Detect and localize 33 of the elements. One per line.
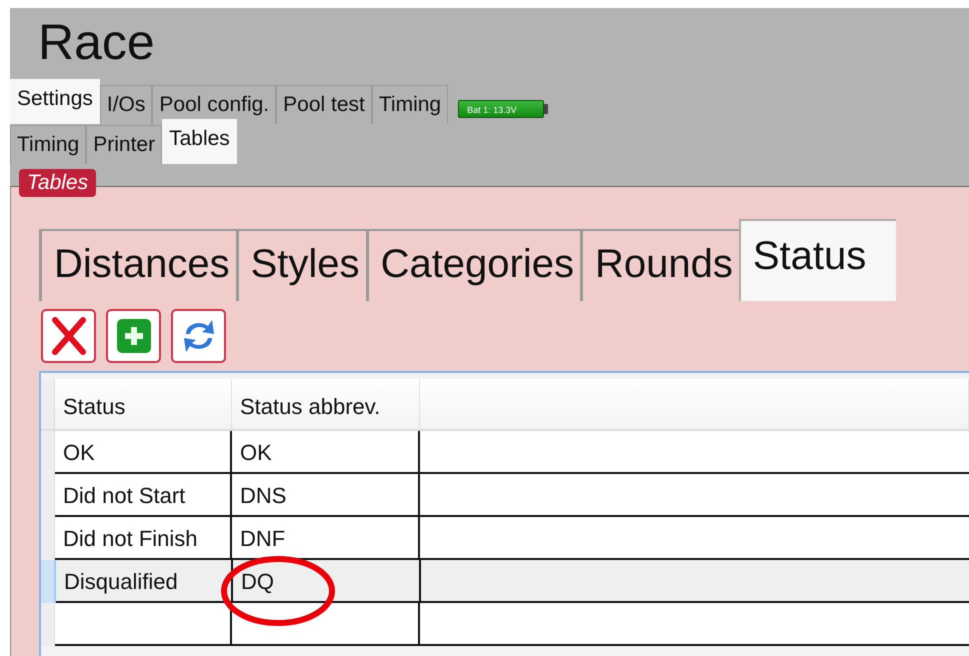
table-cell: DNF	[232, 517, 420, 560]
table-cell: Did not Finish	[55, 517, 232, 560]
table-cell: Did not Start	[55, 474, 232, 517]
table-cell: OK	[232, 431, 420, 474]
refresh-button[interactable]	[171, 309, 226, 363]
tab[interactable]: Pool config.	[152, 85, 276, 124]
table-cell: DNS	[232, 474, 420, 517]
tab[interactable]: Settings	[10, 79, 100, 124]
tab[interactable]: Pool test	[276, 85, 372, 124]
tab[interactable]: Styles	[236, 229, 366, 301]
window-title: Race	[37, 13, 156, 72]
tab[interactable]: Tables	[162, 119, 237, 164]
tab[interactable]: Timing	[10, 125, 86, 164]
tab[interactable]: Printer	[86, 125, 162, 164]
table-cell: OK	[55, 431, 232, 474]
delete-icon	[50, 317, 86, 355]
tab[interactable]: Timing	[372, 85, 448, 124]
group-title: Tables	[19, 169, 96, 197]
tab[interactable]: I/Os	[100, 85, 152, 124]
add-button[interactable]	[106, 309, 161, 363]
row-header[interactable]	[41, 517, 55, 560]
tab[interactable]: Categories	[366, 229, 580, 301]
battery-indicator: Bat 1: 13.3V	[458, 100, 544, 118]
tab[interactable]: Status	[738, 219, 896, 301]
table-cell: Disqualified	[56, 560, 233, 603]
row-header[interactable]	[41, 560, 56, 603]
column-header[interactable]: Status abbrev.	[232, 379, 420, 429]
row-header[interactable]	[41, 431, 55, 474]
tab[interactable]: Distances	[39, 229, 236, 301]
delete-button[interactable]	[41, 309, 96, 363]
column-header[interactable]: Status	[55, 379, 232, 429]
add-icon	[116, 318, 152, 354]
row-header[interactable]	[41, 603, 55, 646]
